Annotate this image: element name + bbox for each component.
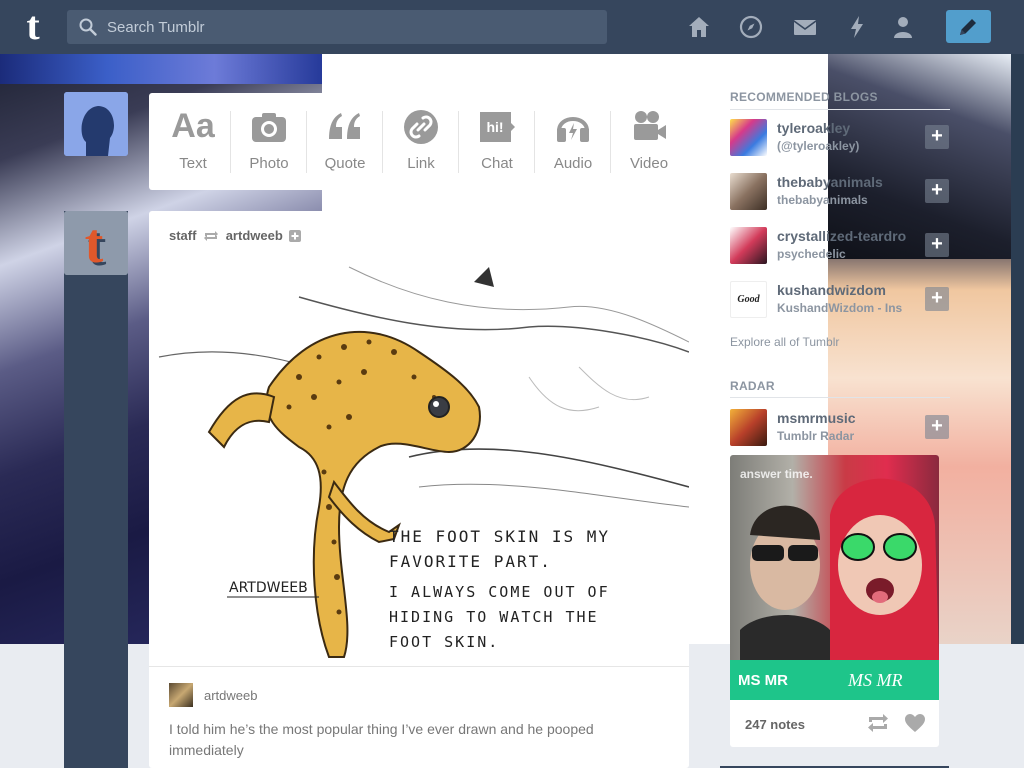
svg-text:t: t [85,213,104,275]
post-type-label: Link [407,155,435,172]
svg-text:FOOT SKIN.: FOOT SKIN. [389,633,499,651]
recommended-blog[interactable]: Good kushandwizdom KushandWizdom - Ins + [730,277,960,321]
radar-post-card[interactable]: answer time. MS MR MS MR 247 notes [730,455,939,747]
activity-lightning-icon[interactable] [845,15,869,39]
radar-blog[interactable]: msmrmusic Tumblr Radar + [730,405,960,449]
follow-plus-icon[interactable] [289,229,302,242]
post-type-label: Audio [553,155,593,172]
notes-count[interactable]: 247 notes [745,717,805,732]
post-type-label: Text [179,155,207,172]
recommended-blog[interactable]: crystallized-teardro psychedelic + [730,223,960,267]
link-icon [404,110,438,144]
blog-name[interactable]: msmrmusic [777,410,856,426]
post-type-photo[interactable]: Photo [231,93,307,190]
follow-plus-button[interactable]: + [925,125,949,149]
tumblr-staff-logo-icon: t t [64,211,128,278]
explore-compass-icon[interactable] [739,15,763,39]
reblogger-name[interactable]: staff [169,228,196,243]
blog-name[interactable]: thebabyanimals [777,174,883,190]
tumblr-logo[interactable]: t [14,6,52,46]
silhouette-icon [64,92,128,156]
inbox-envelope-icon[interactable] [793,15,817,39]
post-type-audio[interactable]: Audio [535,93,611,190]
post-type-label: Photo [249,155,289,172]
svg-text:I ALWAYS COME OUT OF: I ALWAYS COME OUT OF [389,583,610,601]
account-person-icon[interactable] [891,15,915,39]
post-type-video[interactable]: Video [611,93,687,190]
post-type-label: Quote [324,155,366,172]
blog-avatar[interactable] [730,409,767,446]
user-avatar[interactable] [64,92,128,156]
blog-subtitle: thebabyanimals [777,193,868,207]
divider [149,666,689,667]
svg-text:FAVORITE PART.: FAVORITE PART. [389,552,552,571]
divider [730,397,950,398]
home-icon[interactable] [687,15,711,39]
pencil-icon [960,19,976,35]
blog-subtitle: KushandWizdom - Ins [777,301,903,315]
text-aa-icon: Aa [171,107,215,145]
post-type-quote[interactable]: Quote [307,93,383,190]
blog-avatar[interactable] [730,173,767,210]
blog-name[interactable]: crystallized-teardro [777,228,906,244]
reblog-icon[interactable] [866,713,890,733]
follow-plus-button[interactable]: + [925,233,949,257]
svg-text:THE FOOT SKIN IS MY: THE FOOT SKIN IS MY [389,527,610,546]
follow-plus-button[interactable]: + [925,287,949,311]
radar-heading: RADAR [730,379,775,393]
top-navigation-bar: t [0,0,1024,54]
post-type-text[interactable]: Aa Text [155,93,231,190]
post-type-bar: Aa Text Photo Quote Link hi! Chat Audio … [149,93,689,190]
svg-text:hi!: hi! [486,119,503,135]
video-camera-icon [634,111,666,140]
recommended-blog[interactable]: thebabyanimals thebabyanimals + [730,169,960,213]
reblog-arrow-icon [204,230,219,241]
blog-subtitle: (@tyleroakley) [777,139,860,153]
gecko-drawing: ARTDWEEB THE FOOT SKIN IS MY FAVORITE PA… [158,266,689,658]
svg-text:ARTDWEEB: ARTDWEEB [229,580,308,596]
original-author-name[interactable]: artdweeb [226,228,283,243]
chat-icon: hi! [480,112,515,142]
explore-all-link[interactable]: Explore all of Tumblr [730,335,839,349]
radar-watermark: answer time. [740,467,813,481]
divider [730,109,950,110]
radar-photo[interactable]: answer time. [730,455,939,660]
blog-name[interactable]: tyleroakley [777,120,850,136]
author-avatar[interactable] [169,683,193,707]
radar-photo-figures [740,478,939,660]
blog-avatar[interactable] [730,227,767,264]
camera-icon [252,113,286,142]
post-caption: I told him he’s the most popular thing I… [169,721,594,758]
radar-banner: MS MR MS MR [730,660,939,700]
blog-subtitle: Tumblr Radar [777,429,855,443]
recommended-blog[interactable]: tyleroakley (@tyleroakley) + [730,115,960,159]
heart-icon[interactable] [904,713,926,733]
caption-author-name[interactable]: artdweeb [204,688,257,703]
search-icon [79,18,97,36]
blog-avatar[interactable] [730,119,767,156]
staff-avatar[interactable]: t t [64,211,128,278]
post-type-label: Chat [481,155,513,172]
post-illustration[interactable]: ARTDWEEB THE FOOT SKIN IS MY FAVORITE PA… [149,257,689,667]
blog-name[interactable]: kushandwizdom [777,282,886,298]
follow-plus-button[interactable]: + [925,415,949,439]
quote-icon [329,113,360,139]
blog-avatar[interactable]: Good [730,281,767,318]
post-type-chat[interactable]: hi! Chat [459,93,535,190]
headphones-icon [557,117,589,142]
follow-plus-button[interactable]: + [925,179,949,203]
left-avatar-rail [64,211,128,768]
post-header: staff artdweeb [169,227,302,243]
recommended-blogs-heading: RECOMMENDED BLOGS [730,90,878,104]
compose-button[interactable] [946,10,991,43]
svg-text:HIDING TO WATCH THE: HIDING TO WATCH THE [389,608,599,626]
background-strip [0,54,322,84]
post-type-label: Video [629,155,669,172]
post-type-link[interactable]: Link [383,93,459,190]
dashboard-post: staff artdweeb ARTDWEEB THE FOOT SKIN IS… [149,211,689,768]
radar-banner-signature: MS MR [848,670,903,690]
search-input[interactable] [67,10,607,44]
radar-banner-text: MS MR [738,672,788,689]
blog-subtitle: psychedelic [777,247,846,261]
